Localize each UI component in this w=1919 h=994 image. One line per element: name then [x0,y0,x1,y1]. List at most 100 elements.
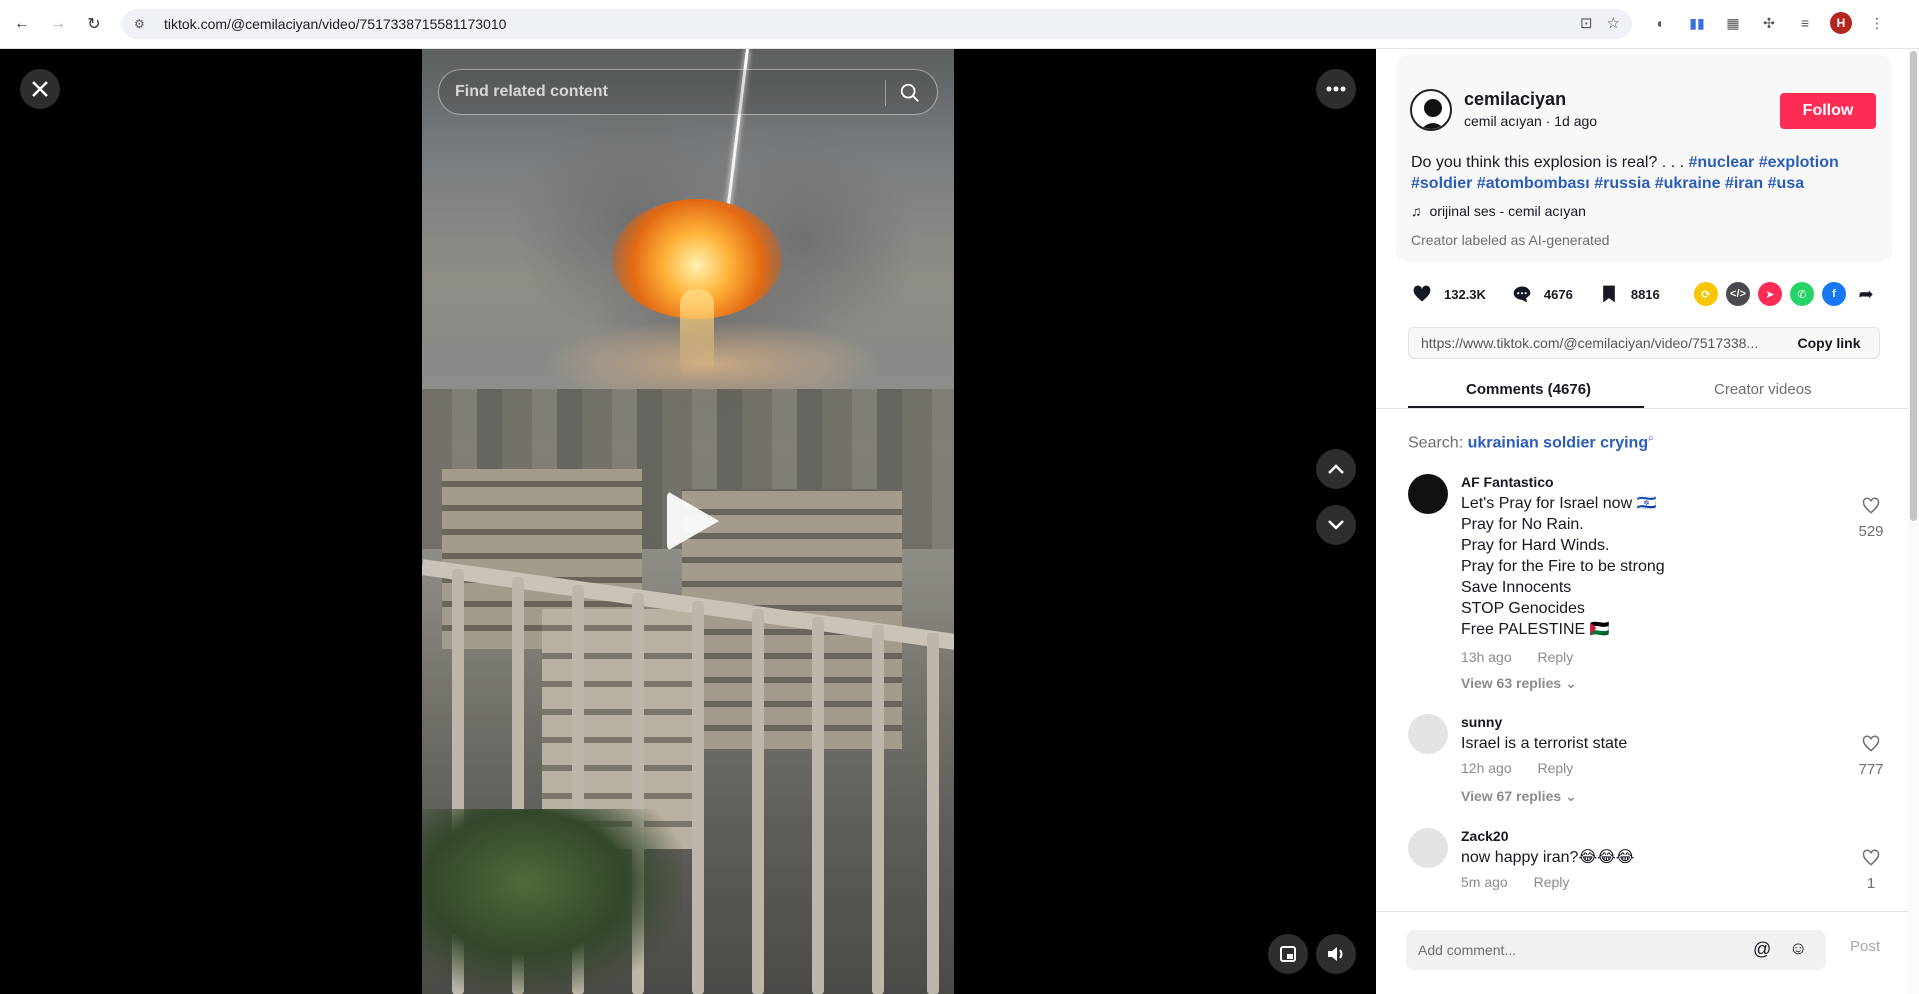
post-button[interactable]: Post [1850,938,1880,955]
floating-player-button[interactable] [1268,934,1308,974]
author-subline: cemil acıyan · 1d ago [1464,113,1598,129]
hashtag[interactable]: #explotion [1759,154,1839,171]
tab-comments[interactable]: Comments (4676) [1466,381,1591,398]
previous-video-button[interactable] [1316,449,1356,489]
forward-arrow-icon[interactable]: → [44,10,72,38]
whatsapp-icon[interactable]: ✆ [1790,282,1814,306]
comment-like[interactable]: 529 [1856,496,1886,540]
play-icon[interactable] [667,491,719,551]
close-button[interactable] [20,69,60,109]
comment-action[interactable]: 4676 [1512,284,1573,304]
hashtag[interactable]: #iran [1725,175,1763,192]
hashtag[interactable]: #nuclear [1688,154,1754,171]
view-replies-button[interactable]: View 63 replies ⌄ [1461,675,1577,692]
scrollbar-thumb[interactable] [1910,51,1917,521]
balcony-plants [422,809,682,994]
more-options-button[interactable] [1316,69,1356,109]
active-tab-indicator [1408,406,1644,408]
commenter-username[interactable]: AF Fantastico [1461,474,1554,490]
commenter-avatar[interactable] [1408,714,1448,754]
url-text[interactable]: tiktok.com/@cemilaciyan/video/7517338715… [164,16,506,32]
heart-outline-icon [1862,849,1880,866]
browser-menu-icon[interactable]: ⋮ [1866,12,1888,34]
related-search-box[interactable] [438,69,938,115]
comment-like[interactable]: 1 [1856,848,1886,892]
install-app-icon[interactable]: ⊡ [1580,14,1593,32]
extension-video-icon[interactable]: ▦ [1722,12,1744,34]
music-link[interactable]: ♫ orijinal ses - cemil acıyan [1411,203,1586,219]
panel-tabs: Comments (4676) Creator videos [1376,375,1919,409]
author-avatar[interactable] [1410,89,1452,131]
comment-composer: @ ☺ Post [1376,911,1919,994]
commenter-username[interactable]: Zack20 [1461,828,1508,844]
embed-icon[interactable]: </> [1726,282,1750,306]
repost-icon[interactable]: ⟳ [1694,282,1718,306]
share-arrow-icon[interactable]: ➦ [1854,282,1878,306]
comment-text: Let's Pray for Israel now 🇮🇱 Pray for No… [1461,495,1665,638]
hashtag[interactable]: #soldier [1411,175,1472,192]
comment-item: Zack20 now happy iran?😂😂😂 5m ago Reply 1 [1408,828,1888,908]
hashtag[interactable]: #ukraine [1655,175,1721,192]
hashtag[interactable]: #atombombası [1477,175,1590,192]
heart-outline-icon [1862,735,1880,752]
comment-like[interactable]: 777 [1856,734,1886,778]
extension-globe-icon[interactable]: ◐ [1650,12,1672,34]
bookmark-star-icon[interactable]: ☆ [1607,14,1620,32]
profile-avatar[interactable]: H [1830,12,1852,34]
comment-item: sunny Israel is a terrorist state 12h ag… [1408,714,1888,814]
hashtag[interactable]: #usa [1768,175,1804,192]
extension-audio-icon[interactable]: ▮▮ [1686,12,1708,34]
send-icon[interactable]: ➤ [1758,282,1782,306]
heart-outline-icon [1862,497,1880,514]
save-action[interactable]: 8816 [1599,284,1660,304]
commenter-avatar[interactable] [1408,828,1448,868]
comment-like-count: 777 [1858,761,1884,778]
details-panel: cemilaciyan cemil acıyan · 1d ago Follow… [1376,49,1919,994]
heart-icon [1413,285,1431,302]
search-icon[interactable] [899,82,921,104]
next-video-button[interactable] [1316,505,1356,545]
search-keyword[interactable]: ukrainian soldier crying [1468,434,1649,451]
description-text: Do you think this explosion is real? . .… [1411,154,1689,171]
address-bar[interactable]: ⚙ tiktok.com/@cemilaciyan/video/75173387… [122,9,1632,39]
related-search-input[interactable] [455,83,875,101]
music-title[interactable]: orijinal ses - cemil acıyan [1430,203,1586,219]
explosion-stem [680,289,714,379]
mention-icon[interactable]: @ [1753,939,1771,960]
author-card: cemilaciyan cemil acıyan · 1d ago Follow… [1396,55,1892,262]
hashtag[interactable]: #russia [1594,175,1650,192]
more-dots-icon [1326,86,1346,92]
chevron-down-icon [1328,520,1344,530]
comment-count: 4676 [1543,286,1573,302]
facebook-icon[interactable]: f [1822,282,1846,306]
back-arrow-icon[interactable]: ← [8,10,36,38]
video-link-text: https://www.tiktok.com/@cemilaciyan/vide… [1421,335,1759,351]
page-scrollbar[interactable] [1908,49,1919,994]
video-description: Do you think this explosion is real? . .… [1411,152,1881,194]
ai-generated-label: Creator labeled as AI-generated [1411,232,1610,248]
author-username[interactable]: cemilaciyan [1464,89,1566,110]
media-controls-icon[interactable]: ≡ [1794,12,1816,34]
copy-link-button[interactable]: Copy link [1779,328,1879,358]
view-replies-button[interactable]: View 67 replies ⌄ [1461,788,1577,805]
commenter-avatar[interactable] [1408,474,1448,514]
comment-meta: 5m ago Reply [1461,874,1569,890]
comment-like-count: 529 [1858,523,1884,540]
pip-icon [1280,946,1296,962]
reload-icon[interactable]: ↻ [80,10,108,38]
volume-button[interactable] [1316,934,1356,974]
commenter-username[interactable]: sunny [1461,714,1502,730]
tab-creator-videos[interactable]: Creator videos [1714,381,1812,398]
comment-meta: 12h ago Reply [1461,760,1573,776]
like-action[interactable]: 132.3K [1412,284,1486,304]
reply-button[interactable]: Reply [1538,649,1574,665]
reply-button[interactable]: Reply [1534,874,1570,890]
follow-button[interactable]: Follow [1780,93,1876,129]
search-divider [885,80,886,106]
reply-button[interactable]: Reply [1538,760,1574,776]
music-note-icon: ♫ [1411,203,1422,219]
emoji-icon[interactable]: ☺ [1789,938,1807,959]
save-count: 8816 [1630,286,1660,302]
site-info-icon[interactable]: ⚙ [134,17,150,31]
extensions-puzzle-icon[interactable]: ✣ [1758,12,1780,34]
